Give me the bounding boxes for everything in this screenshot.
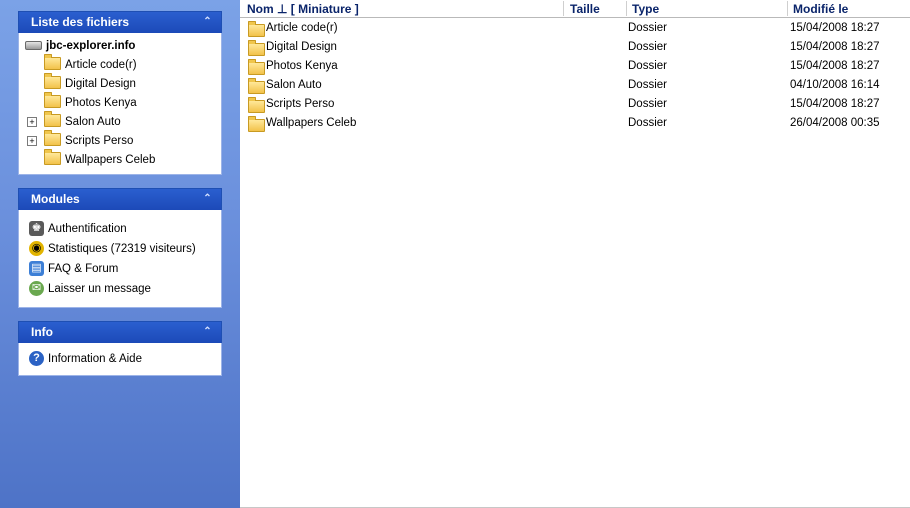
files-panel-header[interactable]: Liste des fichiers ⌃ (18, 11, 222, 33)
info-panel: Info ⌃ ? Information & Aide (18, 321, 222, 376)
file-type: Dossier (628, 22, 667, 34)
file-row[interactable]: Article code(r) Dossier 15/04/2008 18:27 (240, 19, 910, 38)
files-panel: Liste des fichiers ⌃ jbc-explorer.info A… (18, 11, 222, 175)
forum-icon: ▤ (29, 261, 44, 277)
file-modified: 04/10/2008 16:14 (790, 79, 880, 91)
file-row[interactable]: Digital Design Dossier 15/04/2008 18:27 (240, 38, 910, 57)
drive-icon (25, 41, 42, 51)
column-header-modified[interactable]: Modifié le (793, 2, 848, 16)
file-name[interactable]: Article code(r) (266, 19, 338, 38)
column-separator[interactable] (626, 1, 627, 16)
column-separator[interactable] (563, 1, 564, 16)
tree-item-label: Scripts Perso (65, 135, 134, 147)
tree-item[interactable]: Digital Design (19, 73, 221, 93)
folder-icon (248, 97, 265, 113)
tree-root[interactable]: jbc-explorer.info (19, 36, 221, 55)
collapse-icon[interactable]: ⌃ (200, 325, 215, 340)
file-type: Dossier (628, 117, 667, 129)
module-link-label: Laisser un message (48, 283, 151, 295)
module-link-label: Authentification (48, 223, 127, 235)
files-panel-title: Liste des fichiers (31, 15, 130, 29)
file-row[interactable]: Scripts Perso Dossier 15/04/2008 18:27 (240, 95, 910, 114)
file-row[interactable]: Wallpapers Celeb Dossier 26/04/2008 00:35 (240, 114, 910, 133)
file-modified: 15/04/2008 18:27 (790, 41, 880, 53)
file-type: Dossier (628, 41, 667, 53)
folder-icon (44, 111, 61, 128)
authentication-icon: ♚ (29, 221, 44, 237)
modules-panel-header[interactable]: Modules ⌃ (18, 188, 222, 210)
tree-item-label: Wallpapers Celeb (65, 154, 156, 166)
sidebar: Liste des fichiers ⌃ jbc-explorer.info A… (0, 0, 240, 508)
file-modified: 15/04/2008 18:27 (790, 98, 880, 110)
tree-item[interactable]: Photos Kenya (19, 92, 221, 112)
file-modified: 15/04/2008 18:27 (790, 60, 880, 72)
message-icon: ✉ (29, 281, 44, 297)
column-header-size[interactable]: Taille (570, 2, 600, 16)
collapse-icon[interactable]: ⌃ (200, 15, 215, 30)
file-row[interactable]: Salon Auto Dossier 04/10/2008 16:14 (240, 76, 910, 95)
folder-icon (248, 116, 265, 132)
file-modified: 26/04/2008 00:35 (790, 117, 880, 129)
file-modified: 15/04/2008 18:27 (790, 22, 880, 34)
file-name[interactable]: Salon Auto (266, 76, 322, 95)
file-name[interactable]: Scripts Perso (266, 95, 334, 114)
module-link[interactable]: ♚ Authentification (19, 218, 221, 238)
file-name[interactable]: Photos Kenya (266, 57, 338, 76)
file-type: Dossier (628, 60, 667, 72)
module-link-label: Information & Aide (48, 353, 142, 365)
module-link[interactable]: ✉ Laisser un message (19, 278, 221, 298)
folder-icon (248, 21, 265, 37)
column-header-type[interactable]: Type (632, 2, 659, 16)
modules-panel: Modules ⌃ ♚ Authentification ◉ Statistiques… (18, 188, 222, 308)
module-link-label: Statistiques (72319 visiteurs) (48, 243, 196, 255)
info-list: ? Information & Aide (18, 343, 222, 376)
info-panel-title: Info (31, 325, 53, 339)
folder-icon (248, 40, 265, 56)
folder-icon (44, 130, 61, 147)
module-link[interactable]: ◉ Statistiques (72319 visiteurs) (19, 238, 221, 258)
statistics-icon: ◉ (29, 241, 44, 257)
column-header-bar: Nom ⊥ [ Miniature ] Taille Type Modifié … (240, 0, 910, 18)
tree-item[interactable]: Wallpapers Celeb (19, 149, 221, 169)
file-type: Dossier (628, 98, 667, 110)
column-separator[interactable] (787, 1, 788, 16)
tree-item[interactable]: Article code(r) (19, 54, 221, 74)
tree-item[interactable]: + Salon Auto (19, 111, 221, 131)
tree-item-label: Salon Auto (65, 116, 121, 128)
folder-icon (44, 92, 61, 109)
folder-icon (44, 73, 61, 90)
folder-icon (44, 54, 61, 71)
file-list-pane: Nom ⊥ [ Miniature ] Taille Type Modifié … (240, 0, 910, 508)
tree-item-label: Article code(r) (65, 59, 137, 71)
tree-item-label: Digital Design (65, 78, 136, 90)
tree-root-label: jbc-explorer.info (46, 40, 136, 52)
module-link[interactable]: ▤ FAQ & Forum (19, 258, 221, 278)
help-icon: ? (29, 351, 44, 367)
thumbnail-toggle-link[interactable]: [ Miniature ] (291, 2, 359, 16)
column-header-name[interactable]: Nom ⊥ [ Miniature ] (247, 2, 359, 16)
expand-icon[interactable]: + (27, 135, 37, 146)
tree-item-label: Photos Kenya (65, 97, 137, 109)
info-panel-header[interactable]: Info ⌃ (18, 321, 222, 343)
expand-icon[interactable]: + (27, 116, 37, 127)
file-name[interactable]: Digital Design (266, 38, 337, 57)
folder-icon (248, 59, 265, 75)
files-tree: jbc-explorer.info Article code(r) Digital… (18, 33, 222, 175)
tree-item[interactable]: + Scripts Perso (19, 130, 221, 150)
file-type: Dossier (628, 79, 667, 91)
file-row[interactable]: Photos Kenya Dossier 15/04/2008 18:27 (240, 57, 910, 76)
file-name[interactable]: Wallpapers Celeb (266, 114, 356, 133)
folder-icon (44, 149, 61, 166)
modules-panel-title: Modules (31, 192, 80, 206)
module-link-label: FAQ & Forum (48, 263, 119, 275)
modules-list: ♚ Authentification ◉ Statistiques (72319 vi… (18, 210, 222, 308)
module-link[interactable]: ? Information & Aide (19, 348, 221, 368)
collapse-icon[interactable]: ⌃ (200, 192, 215, 207)
folder-icon (248, 78, 265, 94)
column-name-label: Nom ⊥ (247, 2, 288, 16)
